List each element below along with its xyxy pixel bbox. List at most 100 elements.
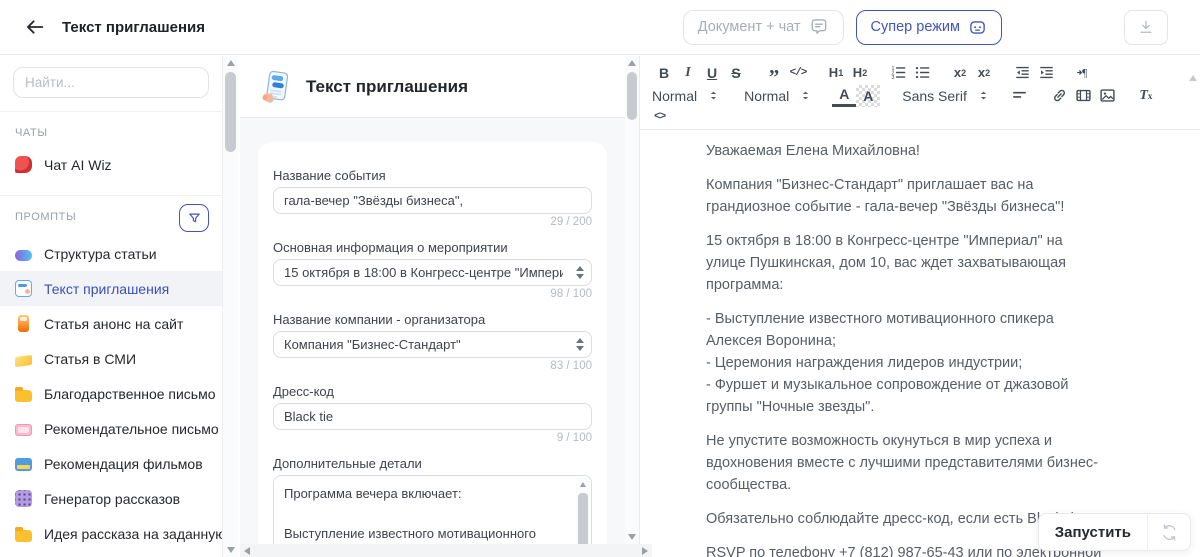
font-picker-label: Sans Serif [902,87,967,104]
editor-scroll-up-arrow[interactable] [1189,58,1197,81]
italic-button[interactable]: I [676,62,700,84]
text-color-button[interactable]: A [832,85,857,107]
film-icon [15,458,32,471]
scroll-up-arrow[interactable] [625,56,639,70]
sidebar-item-label: Генератор рассказов [44,490,181,507]
char-counter: 9 / 100 [556,432,592,444]
field-event-info: Основная информация о мероприятии 98 / 1… [273,240,592,302]
sidebar-item-story-idea[interactable]: Идея рассказа на заданную [0,516,222,551]
stepper-down-icon[interactable] [576,346,584,351]
text-direction-icon[interactable]: ¶ [1072,62,1096,84]
bold-button[interactable]: B [652,62,676,84]
field-company-name: Название компании - организатора 83 / 10… [273,312,592,374]
run-button[interactable]: Запустить [1037,513,1191,551]
clear-formatting-button[interactable]: Tx [1134,85,1158,107]
sidebar: ЧАТЫ Чат AI Wiz ПРОМПТЫ Структура статьи… [0,56,223,557]
scroll-down-arrow[interactable] [223,543,238,557]
folder-icon [15,386,32,402]
editor-paragraph[interactable]: - Выступление известного мотивационного … [706,308,1104,418]
superscript-button[interactable]: x2 [972,62,996,84]
sidebar-item-chat-ai-wiz[interactable]: Чат AI Wiz [0,147,222,182]
topbar: Текст приглашения Документ + чат Супер р… [0,0,1200,55]
underline-button[interactable]: U [700,62,724,84]
generator-icon [15,490,32,507]
stepper [573,332,591,357]
sidebar-item-movie-recommendation[interactable]: Рекомендация фильмов [0,446,222,481]
scroll-down-arrow[interactable] [625,530,639,544]
horizontal-scrollbar[interactable] [240,544,652,557]
sidebar-item-thankyou-letter[interactable]: Благодарственное письмо [0,376,222,411]
download-button[interactable] [1124,9,1168,45]
robot-icon [968,18,987,37]
article-structure-icon [15,249,32,261]
style-picker-label: Normal [744,87,790,104]
stepper-down-icon[interactable] [576,274,584,279]
sidebar-item-article-structure[interactable]: Структура статьи [0,236,222,271]
form-scrollbar[interactable] [625,56,640,544]
scrollbar-thumb[interactable] [225,72,236,152]
super-mode-button[interactable]: Супер режим [855,9,1002,45]
stepper-up-icon[interactable] [576,266,584,271]
field-label: Дресс-код [273,384,334,399]
blockquote-button[interactable]: ” [762,62,786,87]
sidebar-item-label: Благодарственное письмо [44,385,216,402]
sidebar-scrollbar[interactable] [223,56,238,557]
scroll-up-arrow[interactable] [223,56,238,70]
size-picker[interactable]: Normal [652,88,720,104]
scrollbar-thumb[interactable] [627,72,637,120]
scroll-up-arrow[interactable] [576,477,590,491]
editor-content[interactable]: Уважаемая Елена Михайловна! Компания "Биз… [640,130,1200,557]
sidebar-item-story-generator[interactable]: Генератор рассказов [0,481,222,516]
scroll-right-arrow[interactable] [642,546,648,555]
sidebar-item-invitation-text[interactable]: Текст приглашения [0,271,222,306]
font-picker[interactable]: Sans Serif [902,88,990,104]
bullet-list-icon[interactable] [910,62,934,84]
field-label: Основная информация о мероприятии [273,240,508,255]
refresh-icon[interactable] [1148,514,1190,550]
video-icon[interactable] [1072,85,1096,107]
announce-icon [18,315,29,332]
run-button-label[interactable]: Запустить [1039,514,1147,550]
funnel-icon [187,211,202,226]
stepper-up-icon[interactable] [576,338,584,343]
editor-paragraph[interactable]: Уважаемая Елена Михайловна! [706,140,1104,162]
outdent-icon[interactable] [1010,62,1034,84]
toolbar-row-1: B I U S ” </> H1 H2 123 x 2 x 2 ¶ [652,61,1188,88]
scroll-left-arrow[interactable] [244,546,250,555]
field-label: Дополнительные детали [273,456,422,471]
event-info-input[interactable] [274,260,573,285]
search-input[interactable] [13,67,209,98]
code-button[interactable]: </> [786,62,810,84]
company-name-input[interactable] [274,332,573,357]
editor-paragraph[interactable]: 15 октября в 18:00 в Конгресс-центре "Им… [706,230,1104,296]
image-icon[interactable] [1096,85,1120,107]
code-block-button[interactable]: <> [652,106,666,128]
indent-icon[interactable] [1034,62,1058,84]
highlight-color-button[interactable]: A [856,84,881,107]
link-icon[interactable] [1048,85,1072,107]
editor-paragraph[interactable]: Не упустите возможность окунуться в мир … [706,430,1104,496]
align-icon[interactable] [1008,85,1032,107]
sidebar-item-media-article[interactable]: Статья в СМИ [0,341,222,376]
scrollbar-thumb[interactable] [578,493,588,551]
picker-arrows-icon [707,88,720,103]
input-wrap [273,187,592,214]
subscript-button[interactable]: x2 [948,62,972,84]
invitation-icon [15,280,32,297]
sidebar-item-recommendation-letter[interactable]: Рекомендательное письмо [0,411,222,446]
ordered-list-icon[interactable]: 123 [886,62,910,84]
back-button[interactable] [20,12,50,42]
heading2-button[interactable]: H2 [848,62,872,84]
event-name-input[interactable] [274,188,591,213]
field-label: Название события [273,168,386,183]
dress-code-input[interactable] [274,404,591,429]
sidebar-item-label: Статья в СМИ [44,350,137,367]
doc-chat-button[interactable]: Документ + чат [682,9,844,45]
strikethrough-button[interactable]: S [724,62,748,84]
filter-button[interactable] [179,204,209,232]
style-picker[interactable]: Normal [744,88,812,104]
heading1-button[interactable]: H1 [824,62,848,84]
sidebar-item-site-announce[interactable]: Статья анонс на сайт [0,306,222,341]
editor-paragraph[interactable]: Компания "Бизнес-Стандарт" приглашает ва… [706,174,1104,218]
char-counter: 83 / 100 [550,360,592,372]
